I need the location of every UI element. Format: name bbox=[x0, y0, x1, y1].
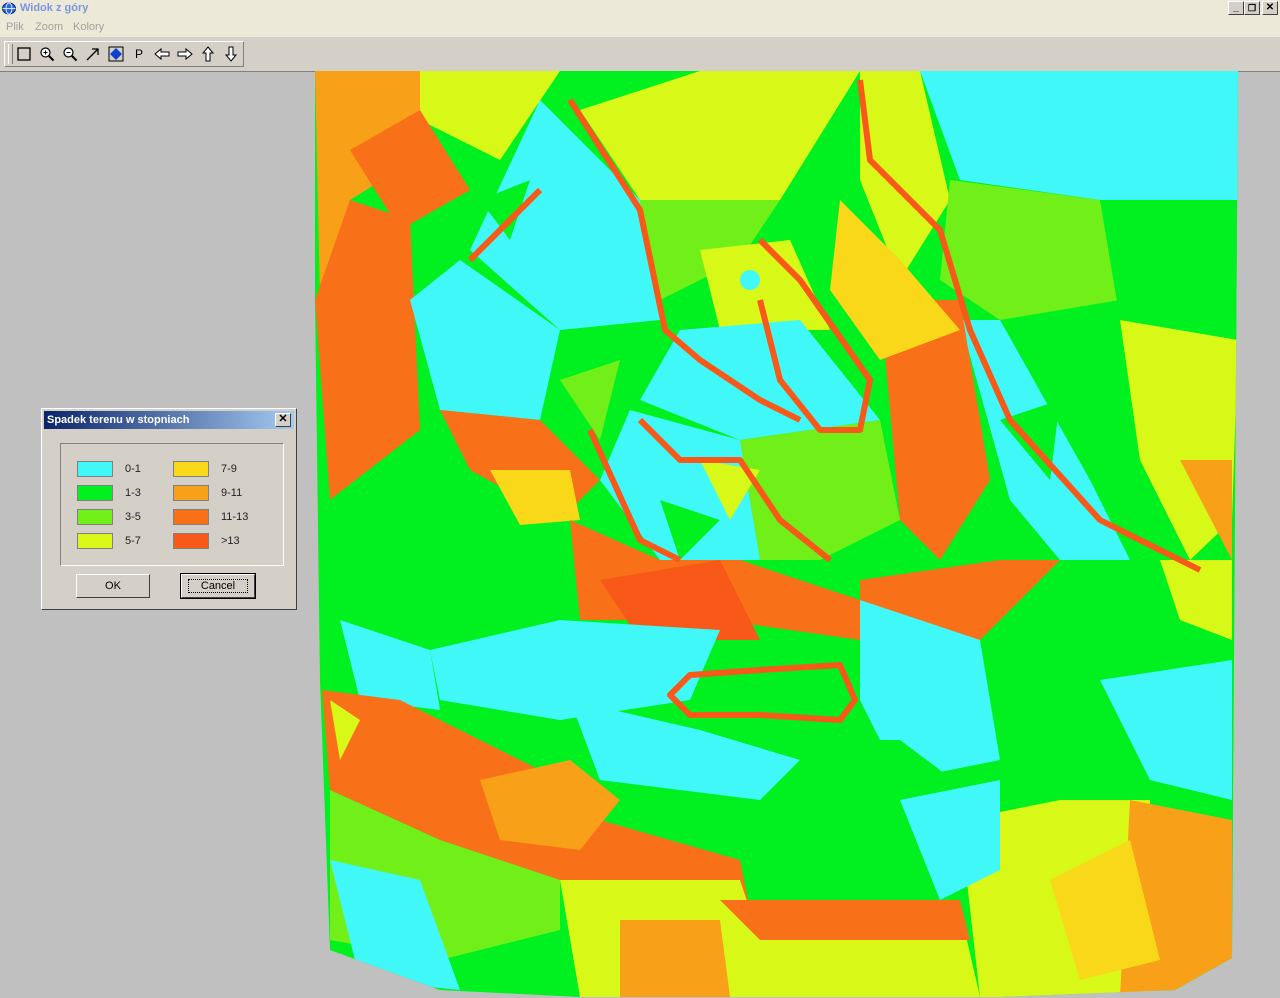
zoom-out-icon bbox=[63, 47, 78, 62]
legend-label: 0-1 bbox=[125, 463, 141, 475]
legend-swatch-1-3 bbox=[77, 485, 113, 501]
terrain-triangles bbox=[315, 71, 1238, 997]
legend-swatch-5-7 bbox=[77, 533, 113, 549]
pan-up-icon bbox=[201, 46, 215, 62]
zoom-out-button[interactable] bbox=[60, 45, 80, 63]
legend-item: 0-1 bbox=[77, 461, 187, 479]
zoom-in-icon bbox=[40, 47, 55, 62]
legend-label: 11-13 bbox=[221, 511, 249, 523]
legend-dialog: Spadek terenu w stopniach ✕ 0-1 1-3 3-5 … bbox=[41, 408, 297, 610]
fill-view-icon bbox=[108, 46, 124, 62]
legend-item: 7-9 bbox=[173, 461, 283, 479]
dialog-title: Spadek terenu w stopniach bbox=[47, 414, 190, 426]
legend-label: 3-5 bbox=[125, 511, 141, 523]
pan-down-icon bbox=[224, 46, 238, 62]
arrow-icon bbox=[86, 48, 99, 61]
dialog-close-button[interactable]: ✕ bbox=[275, 413, 291, 427]
legend-label: 9-11 bbox=[221, 487, 243, 499]
legend-swatch-gt13 bbox=[173, 533, 209, 549]
menu-plik[interactable]: Plik bbox=[6, 21, 24, 33]
close-icon: ✕ bbox=[278, 413, 288, 425]
legend-item: 5-7 bbox=[77, 533, 187, 551]
restore-icon: ❐ bbox=[1247, 3, 1257, 13]
legend-swatch-7-9 bbox=[173, 461, 209, 477]
restore-button[interactable]: ❐ bbox=[1244, 1, 1260, 15]
legend-swatch-9-11 bbox=[173, 485, 209, 501]
pan-left-button[interactable] bbox=[152, 45, 172, 63]
toolbar-strip: P bbox=[0, 37, 1280, 72]
legend-item: 3-5 bbox=[77, 509, 187, 527]
select-rect-icon bbox=[17, 47, 31, 61]
legend-item: 11-13 bbox=[173, 509, 283, 527]
toolbar-grip[interactable] bbox=[8, 44, 13, 64]
map-point bbox=[740, 270, 760, 290]
window-title: Widok z góry bbox=[20, 2, 89, 14]
pan-left-icon bbox=[154, 47, 170, 61]
legend-label: >13 bbox=[221, 535, 240, 547]
fill-view-button[interactable] bbox=[106, 45, 126, 63]
p-tool-icon: P bbox=[134, 47, 143, 61]
legend-item: 1-3 bbox=[77, 485, 187, 503]
ok-button[interactable]: OK bbox=[76, 574, 150, 598]
legend-item: >13 bbox=[173, 533, 283, 551]
arrow-button[interactable] bbox=[83, 45, 103, 63]
legend-group: 0-1 1-3 3-5 5-7 7-9 9-11 11-13 >13 bbox=[60, 443, 284, 566]
pan-down-button[interactable] bbox=[221, 45, 241, 63]
menu-kolory[interactable]: Kolory bbox=[73, 21, 104, 33]
cancel-button[interactable]: Cancel bbox=[180, 573, 256, 599]
menu-zoom[interactable]: Zoom bbox=[35, 21, 63, 33]
toolbar: P bbox=[4, 41, 244, 67]
p-tool-button[interactable]: P bbox=[129, 45, 149, 63]
pan-right-icon bbox=[177, 47, 193, 61]
pan-right-button[interactable] bbox=[175, 45, 195, 63]
minimize-icon: _ bbox=[1233, 2, 1239, 13]
legend-swatch-3-5 bbox=[77, 509, 113, 525]
legend-item: 9-11 bbox=[173, 485, 283, 503]
pan-up-button[interactable] bbox=[198, 45, 218, 63]
select-rect-button[interactable] bbox=[14, 45, 34, 63]
minimize-button[interactable]: _ bbox=[1228, 1, 1244, 15]
menu-bar: Plik Zoom Kolory bbox=[0, 18, 1280, 37]
legend-label: 1-3 bbox=[125, 487, 141, 499]
legend-swatch-11-13 bbox=[173, 509, 209, 525]
legend-swatch-0-1 bbox=[77, 461, 113, 477]
close-button[interactable]: ✕ bbox=[1262, 1, 1278, 15]
dialog-title-bar[interactable]: Spadek terenu w stopniach ✕ bbox=[44, 411, 294, 429]
cancel-label: Cancel bbox=[187, 579, 249, 593]
app-globe-icon bbox=[2, 2, 16, 15]
legend-label: 5-7 bbox=[125, 535, 141, 547]
zoom-in-button[interactable] bbox=[37, 45, 57, 63]
close-icon: ✕ bbox=[1265, 2, 1275, 13]
legend-label: 7-9 bbox=[221, 463, 237, 475]
title-bar: Widok z góry _ ❐ ✕ bbox=[0, 0, 1280, 18]
